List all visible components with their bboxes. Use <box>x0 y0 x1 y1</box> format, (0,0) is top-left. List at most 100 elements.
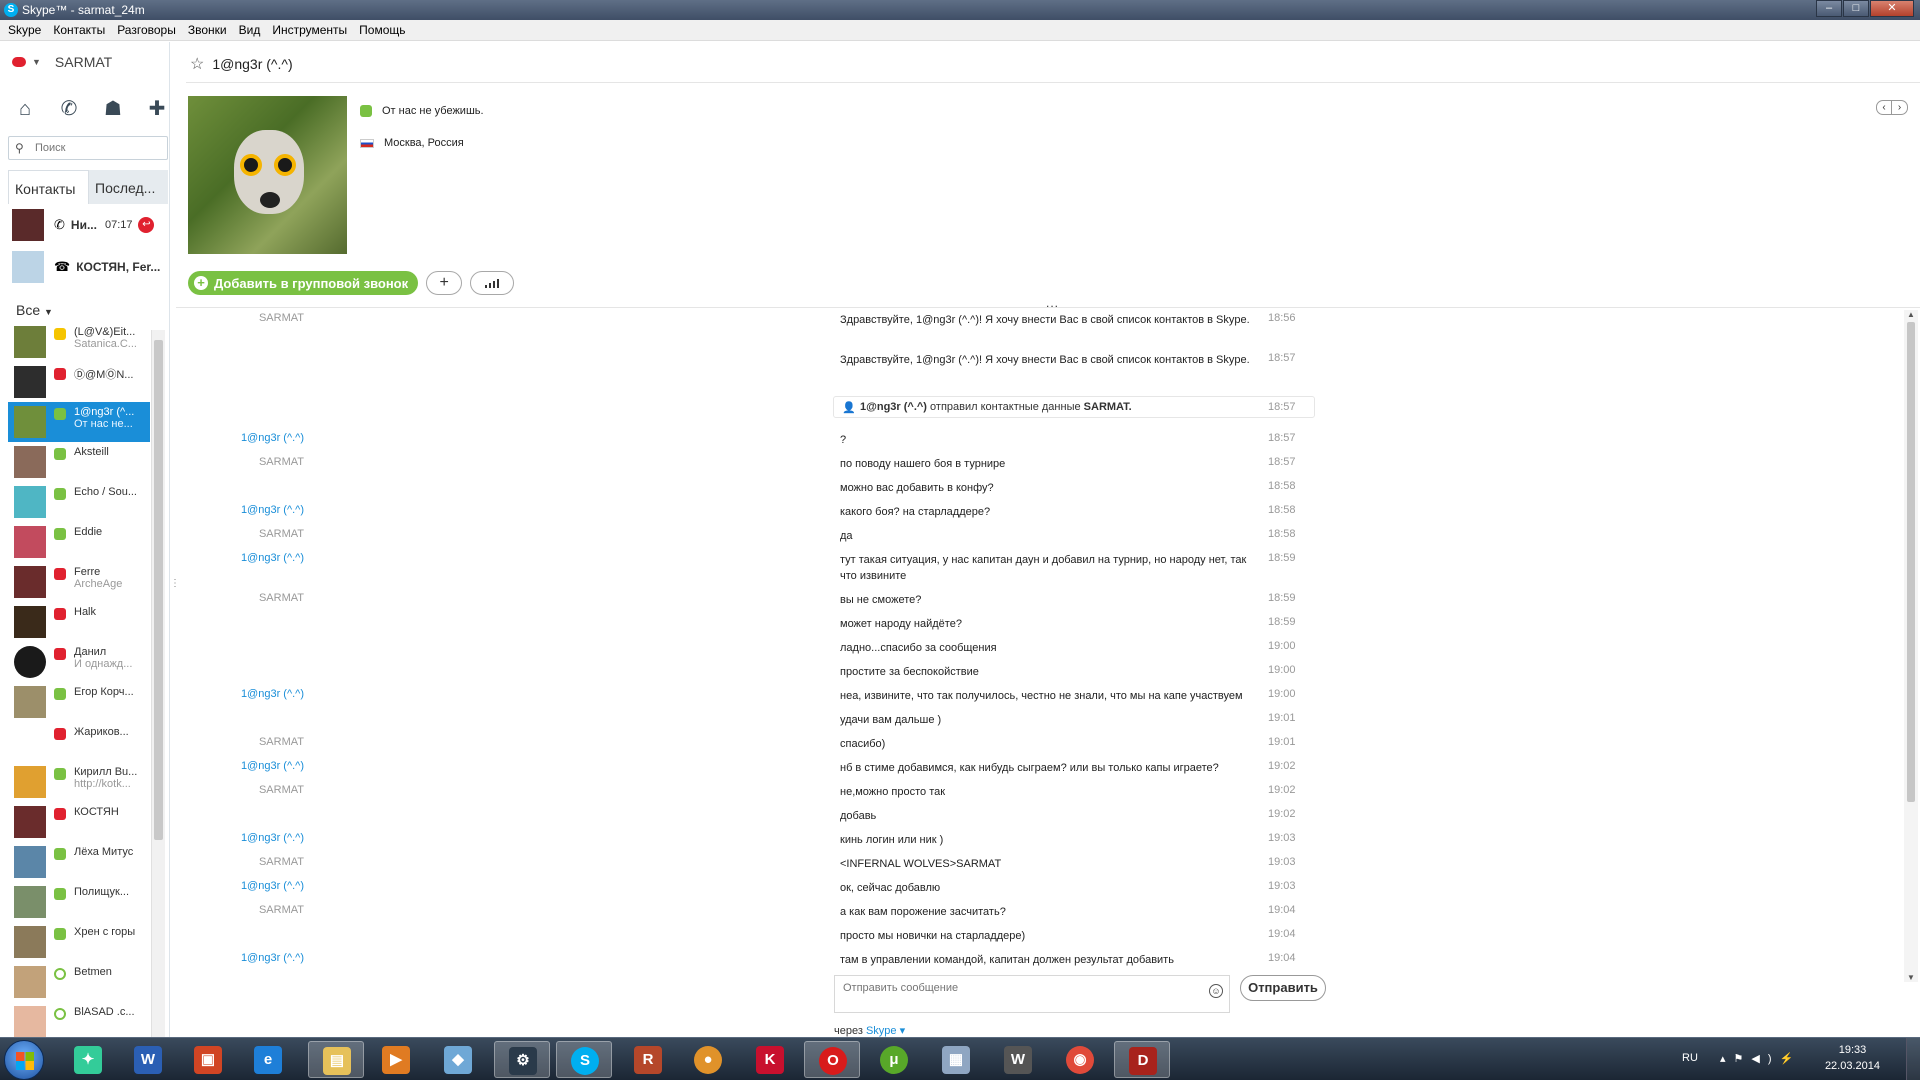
show-desktop-button[interactable] <box>1906 1038 1920 1080</box>
kaspersky-icon: K <box>756 1046 784 1074</box>
status-offline-icon <box>54 368 66 380</box>
divider <box>176 307 1920 308</box>
taskbar-media-player[interactable]: ▶ <box>368 1041 424 1078</box>
contact-item[interactable]: Halk <box>8 602 150 642</box>
taskbar-chrome[interactable]: ◉ <box>1052 1041 1108 1078</box>
scrollbar-thumb[interactable] <box>154 340 163 840</box>
contact-item[interactable]: Егор Корч... <box>8 682 150 722</box>
menu-skype[interactable]: Skype <box>2 23 47 37</box>
filter-label: Все <box>16 302 41 318</box>
contact-item[interactable]: Лёха Митус <box>8 842 150 882</box>
recent-item[interactable]: ☎ КОСТЯН, Fer... <box>8 246 168 288</box>
messages-scrollbar[interactable]: ▲ ▼ <box>1904 310 1918 982</box>
tray-icons[interactable]: ▴⚑◀)⚡ <box>1720 1052 1801 1065</box>
contact-item[interactable]: Ferre ArcheAge <box>8 562 150 602</box>
taskbar-explorer[interactable]: ▤ <box>308 1041 364 1078</box>
recent-list: ✆ Ни... 07:17 ↩ ☎ КОСТЯН, Fer... <box>8 204 168 288</box>
menu-contacts[interactable]: Контакты <box>47 23 111 37</box>
contact-item[interactable]: Данил И однажд... <box>8 642 150 682</box>
user-status-menu[interactable]: ▼ SARMAT <box>12 54 112 70</box>
contact-info: От нас не убежишь. Москва, Россия <box>360 105 484 149</box>
compose-box[interactable]: ☺ <box>834 975 1230 1013</box>
taskbar-steam[interactable]: ⚙ <box>494 1041 550 1078</box>
contact-photo[interactable] <box>188 96 347 254</box>
contacts-filter[interactable]: Все ▼ <box>16 302 53 318</box>
contact-item[interactable]: BlASAD .c... <box>8 1002 150 1042</box>
taskbar-utorrent[interactable]: μ <box>866 1041 922 1078</box>
contact-item-selected[interactable]: 1@ng3r (^... От нас не... <box>8 402 150 442</box>
start-button[interactable] <box>4 1040 44 1080</box>
signal-bar <box>485 285 488 288</box>
star-icon[interactable]: ☆ <box>190 54 204 74</box>
menu-help[interactable]: Помощь <box>353 23 411 37</box>
group-icon[interactable]: ☗ <box>102 98 124 120</box>
chevron-down-icon: ▼ <box>32 57 41 67</box>
message-text: Здравствуйте, 1@ng3r (^.^)! Я хочу внест… <box>840 314 1250 326</box>
taskbar-opera[interactable]: O <box>804 1041 860 1078</box>
contact-item[interactable]: Полищук... <box>8 882 150 922</box>
utorrent-icon: μ <box>880 1046 908 1074</box>
call-quality-button[interactable] <box>470 271 515 295</box>
taskbar-games[interactable]: ✦ <box>60 1041 116 1078</box>
contact-item[interactable]: Ⓓ@MⓄN... <box>8 362 150 402</box>
contact-item[interactable]: Хрен с горы <box>8 922 150 962</box>
search-box[interactable]: ⚲ <box>8 136 168 160</box>
phone-icon[interactable]: ✆ <box>58 98 80 120</box>
taskbar-browser[interactable]: ● <box>680 1041 736 1078</box>
contact-mood: И однажд... <box>74 658 133 670</box>
message-input[interactable] <box>843 980 1183 996</box>
taskbar-media-center[interactable]: ▣ <box>180 1041 236 1078</box>
next-arrow-button[interactable]: › <box>1892 100 1908 115</box>
search-input[interactable] <box>35 140 163 156</box>
contact-item[interactable]: Aksteill <box>8 442 150 482</box>
emoticon-icon[interactable]: ☺ <box>1209 984 1223 998</box>
system-message: 1@ng3r (^.^) отправил контактные данные … <box>860 401 1132 413</box>
language-indicator[interactable]: RU <box>1682 1052 1698 1064</box>
scroll-down-icon[interactable]: ▼ <box>1907 973 1915 982</box>
scroll-up-icon[interactable]: ▲ <box>1907 310 1915 319</box>
clock[interactable]: 19:33 22.03.2014 <box>1825 1042 1880 1074</box>
panel-splitter[interactable]: ⋮ <box>170 578 180 589</box>
taskbar-skype[interactable]: S <box>556 1041 612 1078</box>
tab-contacts[interactable]: Контакты <box>8 170 89 204</box>
menu-tools[interactable]: Инструменты <box>266 23 353 37</box>
taskbar-rust[interactable]: R <box>620 1041 676 1078</box>
add-contact-icon[interactable]: ✚ <box>146 98 168 120</box>
maximize-button[interactable]: □ <box>1843 0 1869 17</box>
taskbar-calculator[interactable]: ▦ <box>928 1041 984 1078</box>
add-button[interactable]: + <box>426 271 463 295</box>
menu-view[interactable]: Вид <box>233 23 267 37</box>
message-text: вы не сможете? <box>840 594 922 606</box>
recent-item[interactable]: ✆ Ни... 07:17 ↩ <box>8 204 168 246</box>
message-text: там в управлении командой, капитан долже… <box>840 954 1174 966</box>
contact-item[interactable]: КОСТЯН <box>8 802 150 842</box>
contact-item[interactable]: Betmen <box>8 962 150 1002</box>
menu-conversations[interactable]: Разговоры <box>111 23 182 37</box>
send-button[interactable]: Отправить <box>1240 975 1326 1001</box>
minimize-button[interactable]: – <box>1816 0 1842 17</box>
taskbar-dota2[interactable]: D <box>1114 1041 1170 1078</box>
contact-item[interactable]: Echo / Sou... <box>8 482 150 522</box>
previous-arrow-button[interactable]: ‹ <box>1876 100 1892 115</box>
contact-item[interactable]: Жариков... <box>8 722 150 762</box>
contacts-scrollbar[interactable] <box>151 330 165 1074</box>
menu-calls[interactable]: Звонки <box>182 23 233 37</box>
add-call-label: Добавить в групповой звонок <box>214 275 409 291</box>
taskbar-world-of-tanks[interactable]: W <box>990 1041 1046 1078</box>
close-button[interactable]: ✕ <box>1870 0 1914 17</box>
scrollbar-thumb[interactable] <box>1907 322 1915 802</box>
contact-name: Кирилл Bu... <box>74 766 138 778</box>
message-time: 18:58 <box>1268 504 1296 516</box>
tab-recent[interactable]: Послед... <box>89 170 168 204</box>
contact-item[interactable]: (L@V&)Eit... Satanica.C... <box>8 322 150 362</box>
nav-icons: ⌂ ✆ ☗ ✚ <box>14 98 168 120</box>
taskbar-app[interactable]: ◆ <box>430 1041 486 1078</box>
taskbar-internet-explorer[interactable]: e <box>240 1041 296 1078</box>
contact-item[interactable]: Eddie <box>8 522 150 562</box>
taskbar-word[interactable]: W <box>120 1041 176 1078</box>
add-to-group-call-button[interactable]: + Добавить в групповой звонок <box>188 271 419 295</box>
taskbar-kaspersky[interactable]: K <box>742 1041 798 1078</box>
via-service-dropdown[interactable]: Skype ▾ <box>866 1025 905 1037</box>
home-icon[interactable]: ⌂ <box>14 98 36 120</box>
contact-item[interactable]: Кирилл Bu... http://kotk... <box>8 762 150 802</box>
